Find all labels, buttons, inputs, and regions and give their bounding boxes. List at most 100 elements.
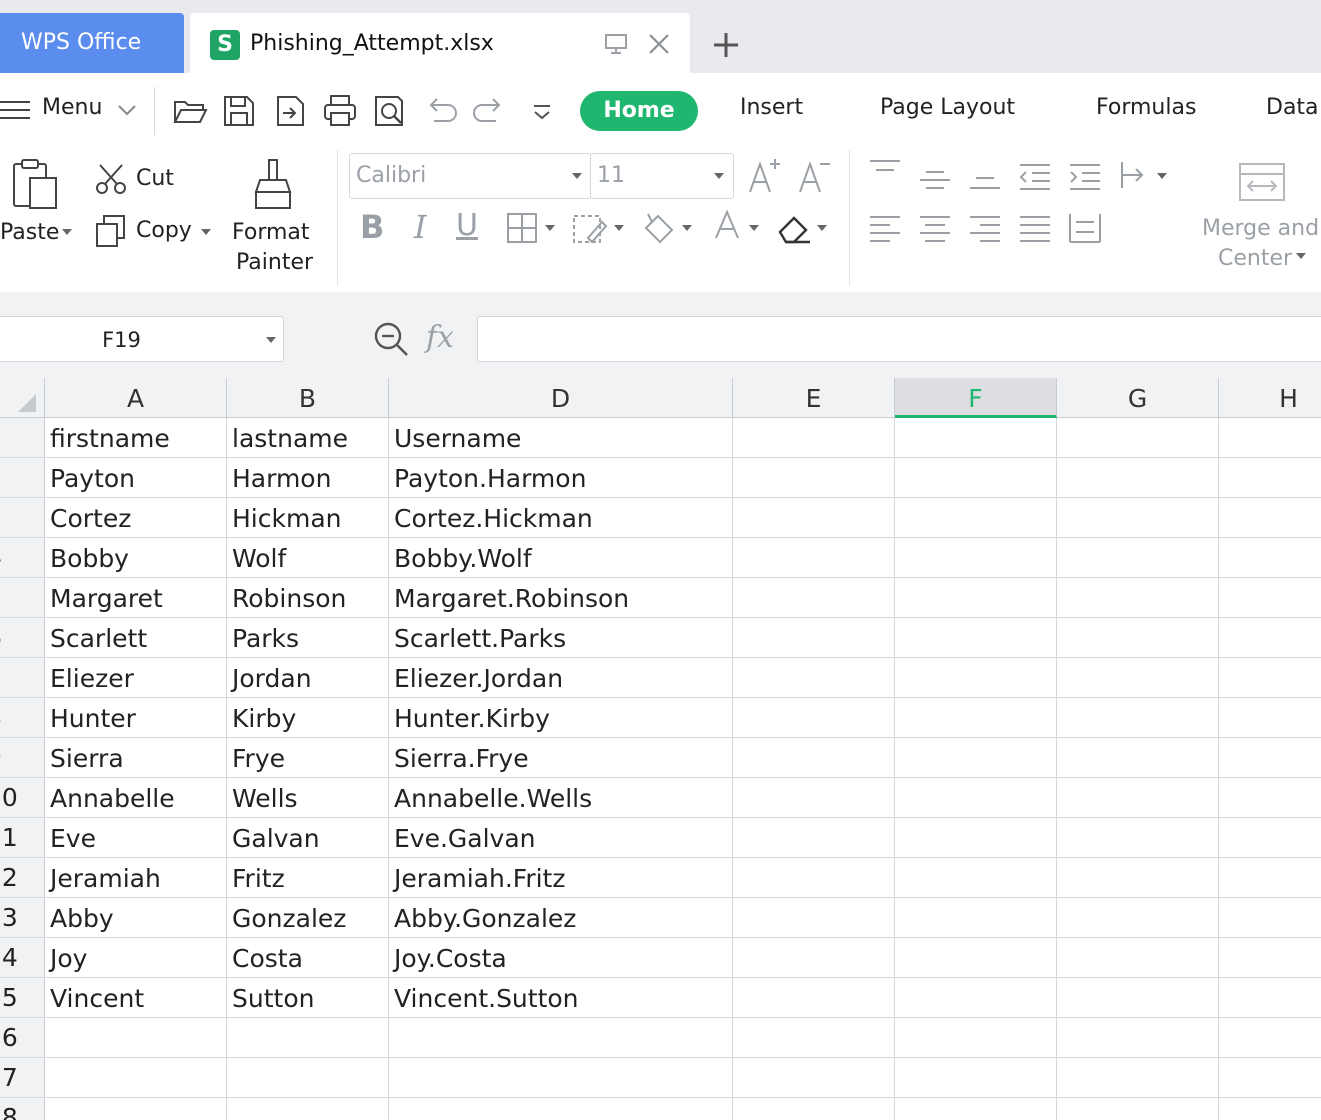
cell-b12[interactable]: Fritz [227,858,389,898]
cell-g15[interactable] [1057,978,1219,1018]
row-header-10[interactable]: 10 [0,778,45,818]
cell-h4[interactable] [1219,538,1321,578]
cell-a10[interactable]: Annabelle [45,778,227,818]
cell-e7[interactable] [733,658,895,698]
cell-h17[interactable] [1219,1058,1321,1098]
merge-center-caret[interactable] [1296,253,1306,259]
column-header-g[interactable]: G [1057,378,1219,418]
column-header-a[interactable]: A [45,378,227,418]
cell-f6[interactable] [895,618,1057,658]
cell-d5[interactable]: Margaret.Robinson [389,578,733,618]
wps-office-tab[interactable]: WPS Office [0,13,184,73]
tab-insert[interactable]: Insert [740,95,803,120]
cell-f18[interactable] [895,1098,1057,1120]
cell-f17[interactable] [895,1058,1057,1098]
cell-g7[interactable] [1057,658,1219,698]
borders-caret[interactable] [545,225,555,231]
chevron-down-icon[interactable] [117,103,137,117]
increase-font-icon[interactable] [746,156,784,196]
close-tab-icon[interactable] [646,31,672,57]
row-header-17[interactable]: 17 [0,1058,45,1098]
tab-data[interactable]: Data [1266,95,1319,120]
copy-dropdown-caret[interactable] [201,229,211,235]
justify-icon[interactable] [1018,214,1052,244]
cell-h12[interactable] [1219,858,1321,898]
cell-e16[interactable] [733,1018,895,1058]
align-left-icon[interactable] [868,214,902,244]
cell-e17[interactable] [733,1058,895,1098]
print-preview-icon[interactable] [372,93,408,129]
cell-h6[interactable] [1219,618,1321,658]
cell-f5[interactable] [895,578,1057,618]
text-direction-icon[interactable] [1118,160,1152,190]
cell-a8[interactable]: Hunter [45,698,227,738]
cell-a15[interactable]: Vincent [45,978,227,1018]
decrease-font-icon[interactable] [796,156,834,196]
cell-g18[interactable] [1057,1098,1219,1120]
paste-icon[interactable] [10,158,60,210]
row-header-1[interactable]: 1 [0,418,45,458]
row-header-15[interactable]: 15 [0,978,45,1018]
cell-a9[interactable]: Sierra [45,738,227,778]
hamburger-menu-icon[interactable] [0,99,32,121]
cell-f1[interactable] [895,418,1057,458]
undo-icon[interactable] [422,93,458,129]
cell-f11[interactable] [895,818,1057,858]
cell-e11[interactable] [733,818,895,858]
cell-g3[interactable] [1057,498,1219,538]
menu-button[interactable]: Menu [42,95,102,120]
cell-e4[interactable] [733,538,895,578]
cell-a4[interactable]: Bobby [45,538,227,578]
cell-f2[interactable] [895,458,1057,498]
cut-button[interactable]: Cut [136,166,174,191]
cell-b16[interactable] [227,1018,389,1058]
cell-d9[interactable]: Sierra.Frye [389,738,733,778]
format-painter-button[interactable]: Format [232,220,310,245]
cell-e13[interactable] [733,898,895,938]
cell-f14[interactable] [895,938,1057,978]
export-pdf-icon[interactable] [272,93,308,129]
cell-a7[interactable]: Eliezer [45,658,227,698]
align-middle-icon[interactable] [918,166,952,196]
cell-b17[interactable] [227,1058,389,1098]
cell-d16[interactable] [389,1018,733,1058]
cell-f8[interactable] [895,698,1057,738]
underline-icon[interactable]: U [456,208,478,243]
cell-e10[interactable] [733,778,895,818]
font-name-caret[interactable] [572,173,582,179]
cell-f7[interactable] [895,658,1057,698]
cell-g6[interactable] [1057,618,1219,658]
cell-d2[interactable]: Payton.Harmon [389,458,733,498]
cell-b2[interactable]: Harmon [227,458,389,498]
column-header-d[interactable]: D [389,378,733,418]
font-color-caret[interactable] [749,225,759,231]
cell-e9[interactable] [733,738,895,778]
cell-d1[interactable]: Username [389,418,733,458]
cell-b5[interactable]: Robinson [227,578,389,618]
row-header-13[interactable]: 13 [0,898,45,938]
align-center-icon[interactable] [918,214,952,244]
row-header-9[interactable]: 9 [0,738,45,778]
align-bottom-icon[interactable] [968,166,1002,196]
merge-center-icon[interactable] [1238,162,1286,202]
insert-function-fx-icon[interactable]: fx [426,320,454,355]
cell-d18[interactable] [389,1098,733,1120]
cell-e1[interactable] [733,418,895,458]
column-header-h[interactable]: H [1219,378,1321,418]
cell-f3[interactable] [895,498,1057,538]
print-icon[interactable] [322,93,358,129]
column-header-f[interactable]: F [895,378,1057,418]
cell-h15[interactable] [1219,978,1321,1018]
cell-h8[interactable] [1219,698,1321,738]
document-tab[interactable]: S Phishing_Attempt.xlsx [190,13,690,73]
cell-h13[interactable] [1219,898,1321,938]
row-header-2[interactable]: 2 [0,458,45,498]
tab-page-layout[interactable]: Page Layout [880,95,1015,120]
cell-a2[interactable]: Payton [45,458,227,498]
row-header-5[interactable]: 5 [0,578,45,618]
cell-a13[interactable]: Abby [45,898,227,938]
row-header-11[interactable]: 11 [0,818,45,858]
cell-h18[interactable] [1219,1098,1321,1120]
cell-g10[interactable] [1057,778,1219,818]
cell-h2[interactable] [1219,458,1321,498]
